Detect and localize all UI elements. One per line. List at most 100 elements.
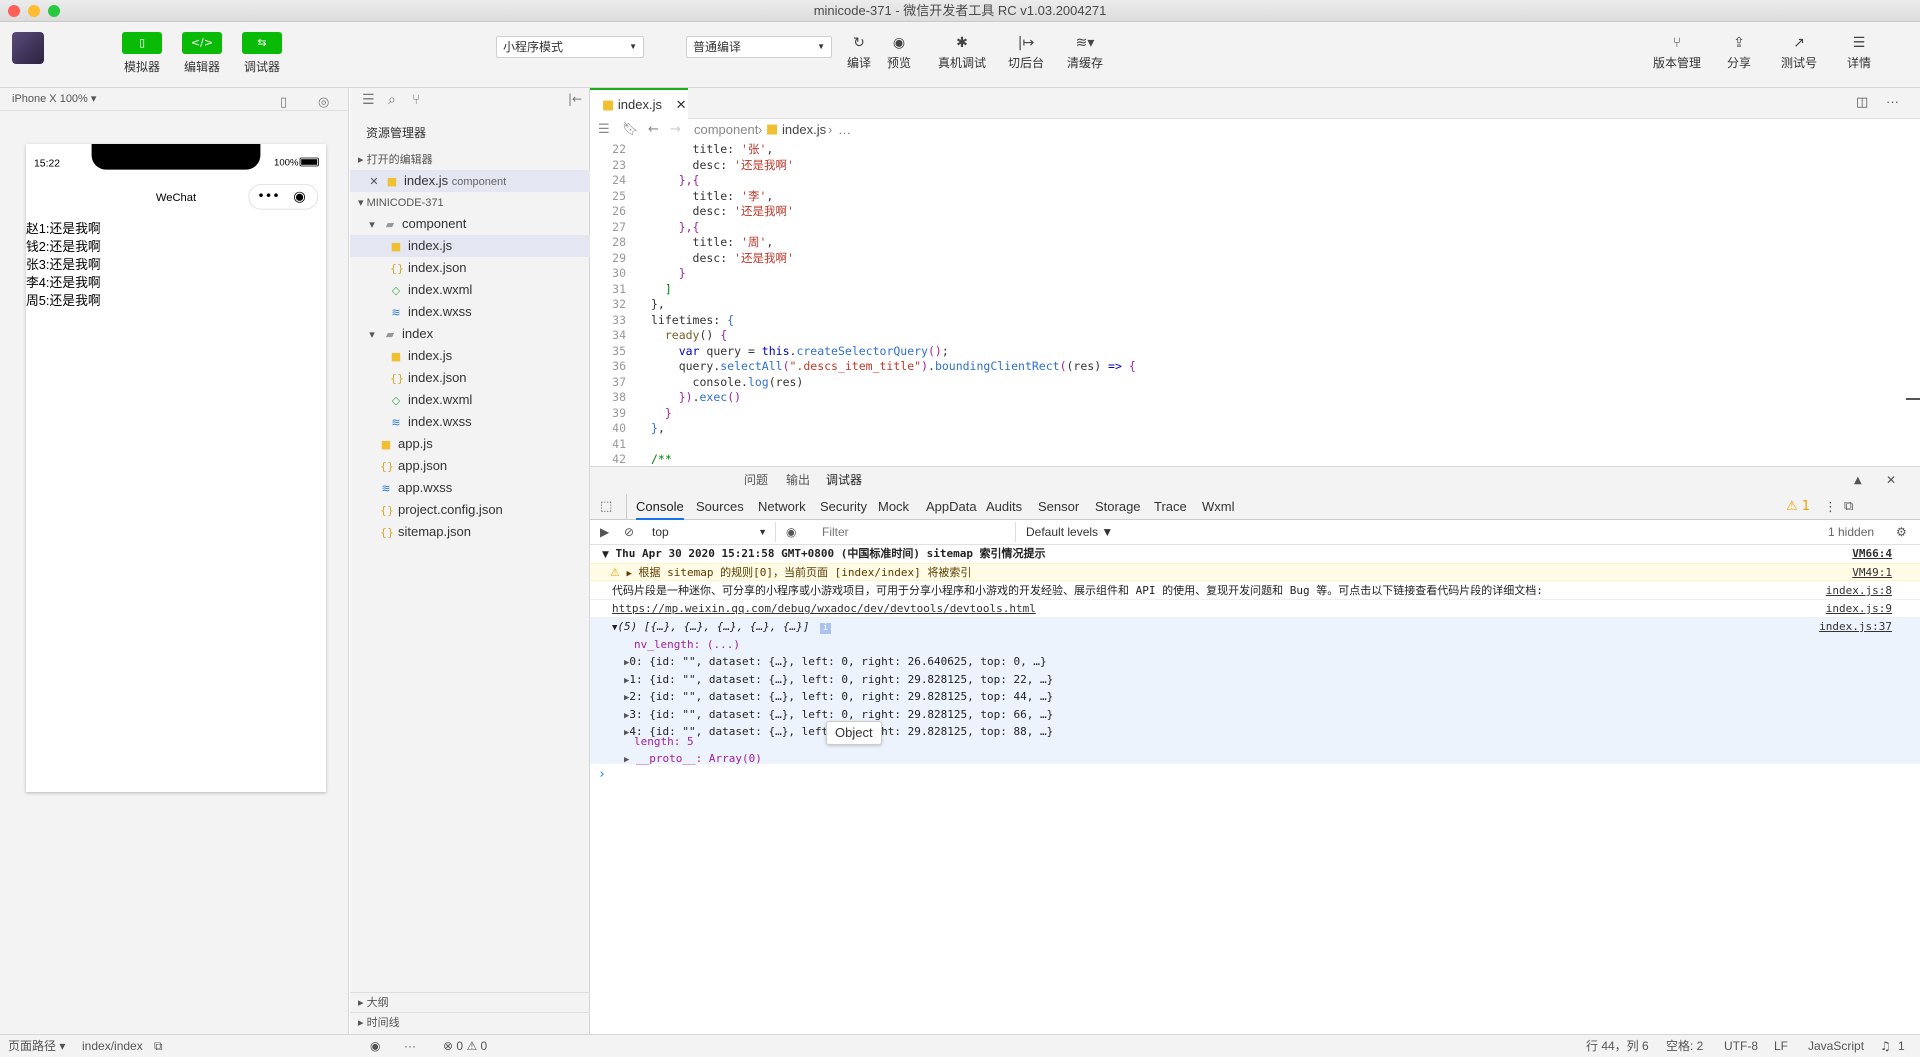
eye-icon[interactable]: ◉ — [370, 1035, 380, 1057]
gear-icon[interactable]: ⚙ — [1896, 520, 1907, 545]
tab-wxml[interactable]: Wxml — [1202, 494, 1235, 520]
file-item[interactable]: ◇ index.wxml — [350, 389, 590, 411]
sidebar-toggle-icon[interactable]: ▶︎ — [600, 520, 609, 545]
avatar[interactable] — [12, 32, 44, 64]
file-item[interactable]: {} sitemap.json — [350, 521, 590, 543]
tab-output[interactable]: 输出 — [786, 467, 810, 494]
file-item[interactable]: ≋ index.wxss — [350, 411, 590, 433]
split-editor-icon[interactable]: ◫ — [1856, 95, 1868, 110]
clear-console-icon[interactable]: ⊘ — [624, 520, 634, 545]
open-editor-item[interactable]: ✕ ■ index.js component — [350, 170, 590, 192]
project-header[interactable]: ▾ MINICODE-371 — [350, 193, 590, 213]
array-item-row[interactable]: ▶3: {id: "", dataset: {…}, left: 0, righ… — [590, 706, 1920, 723]
error-count[interactable]: ⊗ 0 ⚠ 0 — [443, 1035, 487, 1057]
encoding[interactable]: UTF-8 — [1724, 1035, 1758, 1057]
tab-security[interactable]: Security — [820, 494, 867, 520]
real-device-debug-button[interactable]: ✱ 真机调试 — [937, 32, 987, 71]
tab-network[interactable]: Network — [758, 494, 806, 520]
file-item[interactable]: ■ app.js — [350, 433, 590, 455]
docs-link[interactable]: https://mp.weixin.qq.com/debug/wxadoc/de… — [612, 602, 1036, 615]
clear-cache-button[interactable]: ≋▾ 清缓存 — [1060, 32, 1110, 71]
close-target-icon[interactable]: ◉ — [293, 188, 306, 205]
bell-icon[interactable]: ♫ — [1880, 1035, 1891, 1057]
tab-trace[interactable]: Trace — [1154, 494, 1187, 520]
debugger-button[interactable]: ⇆ 调试器 — [240, 32, 284, 75]
maximize-panel-icon[interactable]: ▲ — [1854, 467, 1862, 494]
version-control-button[interactable]: ⑂ 版本管理 — [1651, 32, 1703, 71]
file-item[interactable]: {} project.config.json — [350, 499, 590, 521]
test-account-button[interactable]: ↗ 测试号 — [1774, 32, 1824, 71]
list-icon[interactable]: ☰ — [362, 92, 375, 108]
editor-button[interactable]: </> 编辑器 — [180, 32, 224, 75]
file-item[interactable]: {} index.json — [350, 367, 590, 389]
tab-problems[interactable]: 问题 — [744, 467, 768, 494]
tab-audits[interactable]: Audits — [986, 494, 1022, 520]
console-prompt[interactable]: › — [590, 765, 1920, 785]
language-mode[interactable]: JavaScript — [1808, 1035, 1864, 1057]
folder-item[interactable]: ▾ ▰ index — [350, 323, 590, 345]
tab-sensor[interactable]: Sensor — [1038, 494, 1079, 520]
forward-icon[interactable]: → — [670, 119, 681, 141]
tab-appdata[interactable]: AppData — [926, 494, 977, 520]
tab-sources[interactable]: Sources — [696, 494, 744, 520]
search-icon[interactable]: ⌕ — [388, 92, 396, 108]
breadcrumb-dir[interactable]: component — [694, 119, 758, 141]
line-ending[interactable]: LF — [1774, 1035, 1788, 1057]
log-warning-row[interactable]: ⚠ ▶ 根据 sitemap 的规则[0]，当前页面 [index/index]… — [590, 563, 1920, 581]
source-link[interactable]: index.js:9 — [1826, 600, 1892, 618]
more-icon[interactable]: ··· — [404, 1035, 416, 1057]
inspect-icon[interactable]: ⬚ — [600, 494, 612, 520]
record-icon[interactable]: ◎ — [318, 91, 329, 114]
background-button[interactable]: |↦ 切后台 — [1001, 32, 1051, 71]
close-tab-icon[interactable]: ✕ — [676, 98, 687, 113]
file-item[interactable]: ◇ index.wxml — [350, 279, 590, 301]
more-icon[interactable]: ··· — [1886, 94, 1899, 109]
tab-index-js[interactable]: ■ index.js ✕ — [590, 88, 688, 119]
preview-button[interactable]: ◉ 预览 — [874, 32, 924, 71]
file-item[interactable]: {} app.json — [350, 455, 590, 477]
file-item[interactable]: ≋ app.wxss — [350, 477, 590, 499]
breadcrumb-more[interactable]: … — [838, 119, 851, 141]
details-button[interactable]: ☰ 详情 — [1834, 32, 1884, 71]
back-icon[interactable]: ← — [648, 119, 659, 141]
branch-icon[interactable]: ⑂ — [412, 92, 420, 108]
source-link[interactable]: VM49:1 — [1852, 564, 1892, 582]
more-vert-icon[interactable]: ⋮ — [1824, 494, 1837, 520]
cursor-position[interactable]: 行 44，列 6 — [1586, 1035, 1649, 1057]
close-icon[interactable]: ✕ — [368, 171, 380, 193]
source-link[interactable]: index.js:8 — [1826, 582, 1892, 600]
phone-icon[interactable]: ▯ — [280, 91, 287, 114]
page-path-select[interactable]: 页面路径 ▾ — [8, 1035, 65, 1057]
code-area[interactable]: 22 title: '张', 23 desc: '还是我啊' 24 },{25 ti… — [590, 142, 1920, 466]
file-item[interactable]: ■ index.js — [350, 235, 590, 257]
simulator-button[interactable]: ▯ 模拟器 — [120, 32, 164, 75]
tab-storage[interactable]: Storage — [1095, 494, 1141, 520]
warning-count[interactable]: ⚠ 1 — [1786, 494, 1810, 520]
log-group-row[interactable]: ▼ Thu Apr 30 2020 15:21:58 GMT+0800 (中国标… — [590, 545, 1920, 563]
bookmark-icon[interactable]: 🔖︎ — [622, 119, 639, 141]
close-panel-icon[interactable]: ✕ — [1886, 467, 1896, 494]
source-link[interactable]: VM66:4 — [1852, 545, 1892, 563]
mode-select[interactable]: 小程序模式 ▼ — [496, 36, 644, 58]
zoom-window-button[interactable] — [48, 5, 60, 17]
compile-mode-select[interactable]: 普通编译 ▼ — [686, 36, 832, 58]
share-button[interactable]: ⇪ 分享 — [1714, 32, 1764, 71]
eye-icon[interactable]: ◉ — [786, 520, 796, 545]
file-item[interactable]: ≋ index.wxss — [350, 301, 590, 323]
outline-section[interactable]: ▸ 大纲 — [350, 992, 590, 1012]
indent-setting[interactable]: 空格: 2 — [1666, 1035, 1703, 1057]
copy-icon[interactable]: ⧉ — [154, 1035, 163, 1057]
menu-capsule[interactable]: ••• ◉ — [248, 184, 318, 210]
array-item-row[interactable]: ▶0: {id: "", dataset: {…}, left: 0, righ… — [590, 653, 1920, 670]
collapse-panel-icon[interactable]: |← — [568, 92, 582, 106]
breadcrumb-file[interactable]: index.js — [782, 119, 826, 141]
console-filter-input[interactable] — [816, 522, 1016, 542]
context-select[interactable]: top ▼ — [646, 522, 776, 542]
file-item[interactable]: ■ index.js — [350, 345, 590, 367]
file-item[interactable]: {} index.json — [350, 257, 590, 279]
open-editors-header[interactable]: ▸ 打开的编辑器 — [350, 150, 590, 170]
array-item-row[interactable]: ▶2: {id: "", dataset: {…}, left: 0, righ… — [590, 688, 1920, 705]
source-link[interactable]: index.js:37 — [1819, 618, 1892, 636]
levels-select[interactable]: Default levels ▼ — [1026, 520, 1113, 545]
minimize-window-button[interactable] — [28, 5, 40, 17]
